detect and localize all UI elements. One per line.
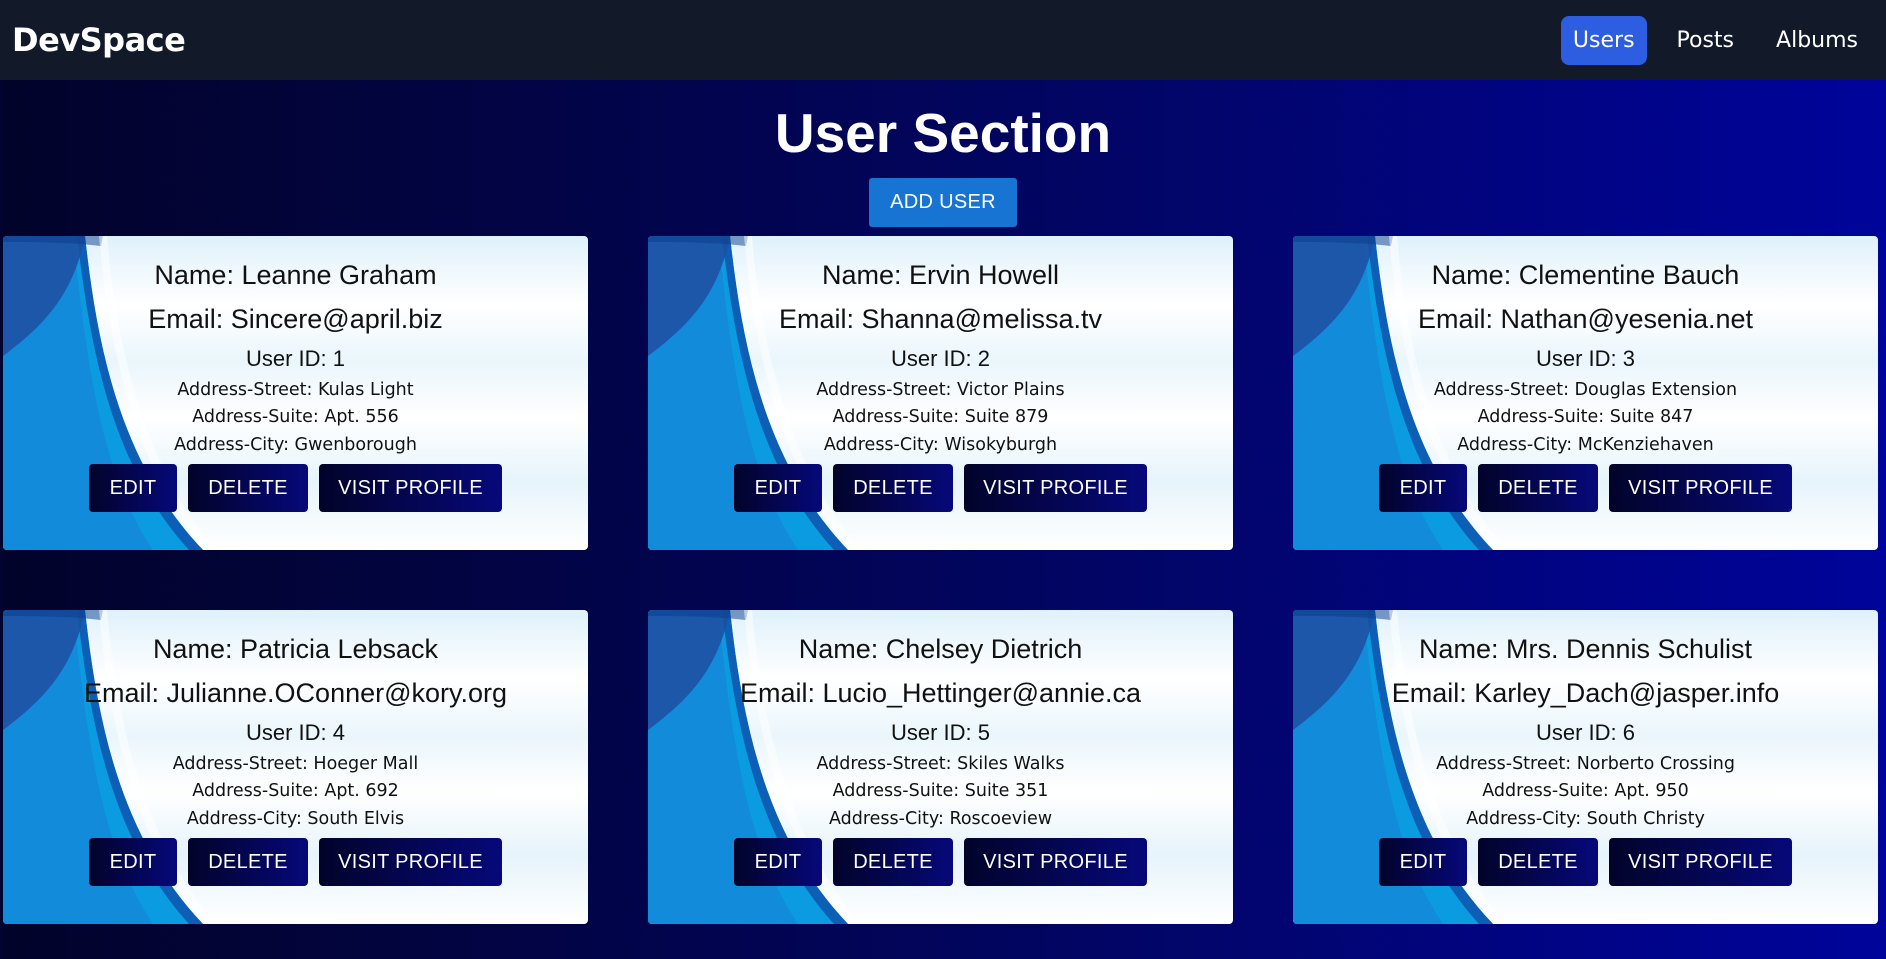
user-address-city: Address-City: Roscoeview [828, 809, 1053, 829]
user-address-street: Address-Street: Skiles Walks [816, 754, 1065, 774]
delete-button[interactable]: DELETE [188, 464, 308, 512]
user-address-street: Address-Street: Hoeger Mall [172, 754, 419, 774]
visit-profile-button[interactable]: VISIT PROFILE [964, 464, 1147, 512]
user-card: Name: Mrs. Dennis Schulist Email: Karley… [1293, 610, 1878, 924]
brand-logo[interactable]: DevSpace [12, 21, 186, 59]
user-card: Name: Ervin Howell Email: Shanna@melissa… [648, 236, 1233, 550]
edit-button[interactable]: EDIT [89, 838, 177, 886]
user-address-city: Address-City: Wisokyburgh [823, 435, 1058, 455]
user-name: Name: Clementine Bauch [1431, 260, 1740, 290]
user-address-suite: Address-Suite: Suite 847 [1477, 407, 1694, 427]
edit-button[interactable]: EDIT [89, 464, 177, 512]
navbar: DevSpace Users Posts Albums [0, 0, 1886, 80]
add-user-button[interactable]: ADD USER [869, 178, 1017, 227]
edit-button[interactable]: EDIT [1379, 464, 1467, 512]
user-email: Email: Karley_Dach@jasper.info [1391, 678, 1780, 708]
page-title: User Section [774, 102, 1112, 164]
user-address-suite: Address-Suite: Suite 879 [832, 407, 1049, 427]
delete-button[interactable]: DELETE [833, 464, 953, 512]
user-address-suite: Address-Suite: Apt. 556 [192, 407, 399, 427]
nav-link-posts[interactable]: Posts [1665, 16, 1747, 65]
visit-profile-button[interactable]: VISIT PROFILE [964, 838, 1147, 886]
user-name: Name: Patricia Lebsack [152, 634, 439, 664]
user-address-suite: Address-Suite: Apt. 692 [192, 781, 399, 801]
user-email: Email: Sincere@april.biz [148, 304, 443, 334]
user-address-city: Address-City: McKenziehaven [1457, 435, 1714, 455]
user-card: Name: Clementine Bauch Email: Nathan@yes… [1293, 236, 1878, 550]
user-address-street: Address-Street: Kulas Light [177, 380, 414, 400]
user-id: User ID: 4 [245, 720, 346, 745]
nav-menu: Users Posts Albums [1560, 15, 1870, 65]
delete-button[interactable]: DELETE [833, 838, 953, 886]
user-address-city: Address-City: South Elvis [186, 809, 405, 829]
edit-button[interactable]: EDIT [734, 464, 822, 512]
user-card: Name: Chelsey Dietrich Email: Lucio_Hett… [648, 610, 1233, 924]
user-id: User ID: 5 [890, 720, 991, 745]
visit-profile-button[interactable]: VISIT PROFILE [319, 464, 502, 512]
edit-button[interactable]: EDIT [1379, 838, 1467, 886]
user-name: Name: Chelsey Dietrich [798, 634, 1083, 664]
user-address-street: Address-Street: Victor Plains [816, 380, 1065, 400]
user-card: Name: Patricia Lebsack Email: Julianne.O… [3, 610, 588, 924]
delete-button[interactable]: DELETE [188, 838, 308, 886]
user-address-suite: Address-Suite: Apt. 950 [1482, 781, 1689, 801]
visit-profile-button[interactable]: VISIT PROFILE [1609, 838, 1792, 886]
edit-button[interactable]: EDIT [734, 838, 822, 886]
delete-button[interactable]: DELETE [1478, 838, 1598, 886]
delete-button[interactable]: DELETE [1478, 464, 1598, 512]
user-email: Email: Lucio_Hettinger@annie.ca [739, 678, 1142, 708]
user-address-city: Address-City: South Christy [1466, 809, 1705, 829]
user-name: Name: Mrs. Dennis Schulist [1418, 634, 1753, 664]
visit-profile-button[interactable]: VISIT PROFILE [319, 838, 502, 886]
user-address-suite: Address-Suite: Suite 351 [832, 781, 1049, 801]
nav-link-albums[interactable]: Albums [1764, 16, 1870, 65]
user-id: User ID: 1 [245, 346, 346, 371]
user-id: User ID: 3 [1535, 346, 1636, 371]
user-address-city: Address-City: Gwenborough [174, 435, 417, 455]
user-address-street: Address-Street: Douglas Extension [1433, 380, 1738, 400]
user-address-street: Address-Street: Norberto Crossing [1436, 754, 1735, 774]
user-name: Name: Leanne Graham [154, 260, 437, 290]
user-name: Name: Ervin Howell [821, 260, 1060, 290]
user-card: Name: Leanne Graham Email: Sincere@april… [3, 236, 588, 550]
user-id: User ID: 2 [890, 346, 991, 371]
user-id: User ID: 6 [1535, 720, 1636, 745]
user-card-grid: Name: Leanne Graham Email: Sincere@april… [0, 236, 1886, 924]
user-email: Email: Julianne.OConner@kory.org [83, 678, 508, 708]
nav-link-users[interactable]: Users [1560, 15, 1647, 65]
visit-profile-button[interactable]: VISIT PROFILE [1609, 464, 1792, 512]
user-email: Email: Nathan@yesenia.net [1417, 304, 1754, 334]
user-email: Email: Shanna@melissa.tv [778, 304, 1103, 334]
